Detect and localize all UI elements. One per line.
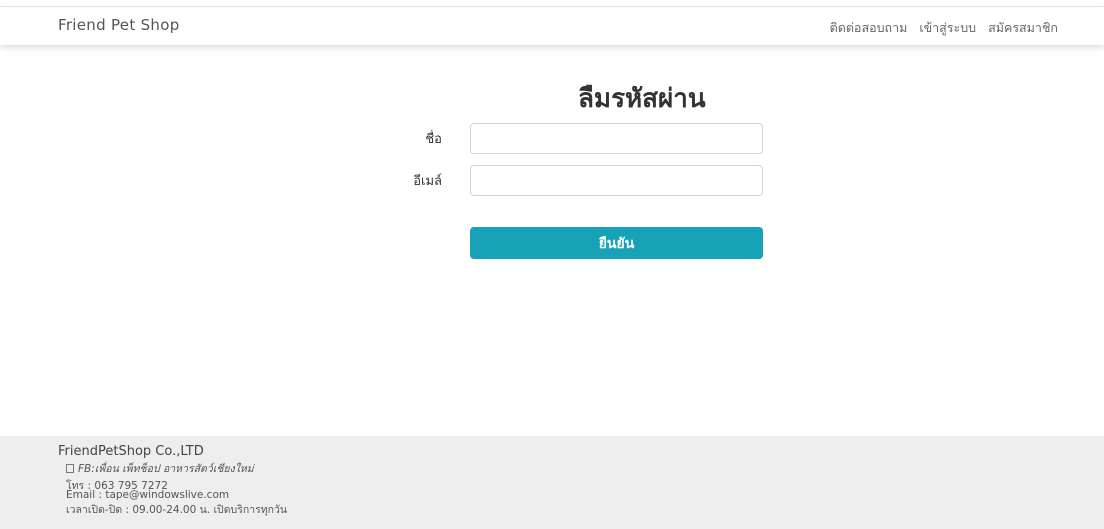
footer-hours: เวลาเปิด-ปิด : 09.00-24.00 น. เปิดบริการ… <box>66 504 288 516</box>
navbar: Friend Pet Shop ติดต่อสอบถาม เข้าสู่ระบบ… <box>0 8 1104 45</box>
submit-button[interactable]: ยืนยัน <box>470 227 763 259</box>
brand-logo-text[interactable]: Friend Pet Shop <box>58 16 180 34</box>
page-title: ลืมรหัสผ่าน <box>578 84 706 114</box>
nav-link-contact[interactable]: ติดต่อสอบถาม <box>830 18 908 38</box>
footer-company-name: FriendPetShop Co.,LTD <box>58 444 204 459</box>
footer: FriendPetShop Co.,LTD FB:เพื่อน เพ็ทช็อป… <box>0 436 1104 529</box>
nav-link-register[interactable]: สมัครสมาชิก <box>988 18 1058 38</box>
footer-facebook-text: FB:เพื่อน เพ็ทช็อป อาหารสัตว์เชียงใหม่ <box>78 463 254 475</box>
footer-facebook[interactable]: FB:เพื่อน เพ็ทช็อป อาหารสัตว์เชียงใหม่ <box>66 460 254 477</box>
nav-links: ติดต่อสอบถาม เข้าสู่ระบบ สมัครสมาชิก <box>830 18 1058 38</box>
top-border <box>0 0 1104 7</box>
email-field[interactable] <box>470 165 763 196</box>
footer-email: Email : tape@windowslive.com <box>66 489 230 501</box>
nav-link-login[interactable]: เข้าสู่ระบบ <box>919 18 976 38</box>
name-field[interactable] <box>470 123 763 154</box>
name-label: ชื่อ <box>425 132 442 147</box>
email-label: อีเมล์ <box>413 174 442 189</box>
facebook-icon <box>66 464 74 473</box>
